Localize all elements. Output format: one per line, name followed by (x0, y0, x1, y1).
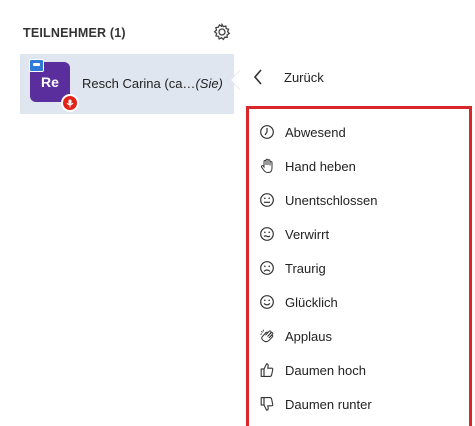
chevron-left-icon (253, 69, 262, 85)
status-label: Traurig (285, 261, 326, 276)
status-label: Daumen hoch (285, 363, 366, 378)
status-item-daumen-runter[interactable]: Daumen runter (259, 391, 469, 417)
sad-face-icon (260, 261, 274, 275)
clock-icon (260, 125, 274, 139)
back-label: Zurück (284, 70, 324, 85)
back-button[interactable]: Zurück (252, 64, 462, 90)
applause-icon (260, 329, 274, 343)
gear-icon[interactable] (212, 22, 232, 42)
status-item-hand-heben[interactable]: Hand heben (259, 153, 469, 179)
status-item-applaus[interactable]: Applaus (259, 323, 469, 349)
status-label: Abwesend (285, 125, 346, 140)
presenter-icon (29, 59, 44, 72)
participants-panel: TEILNEHMER (1) Re Resch Carina (ca…(Sie) (0, 0, 240, 423)
participant-row[interactable]: Re Resch Carina (ca…(Sie) (20, 54, 234, 114)
avatar: Re (29, 59, 79, 112)
participant-name: Resch Carina (ca…(Sie) (82, 76, 223, 91)
status-item-gluecklich[interactable]: Glücklich (259, 289, 469, 315)
status-label: Verwirrt (285, 227, 330, 242)
happy-face-icon (260, 295, 274, 309)
menu-pointer-fill (231, 70, 241, 90)
status-options: Abwesend Hand heben Unentschlossen Verwi… (246, 106, 472, 426)
status-label: Daumen runter (285, 397, 372, 412)
confused-face-icon (260, 227, 274, 241)
participant-name-text: Resch Carina (ca… (82, 76, 196, 91)
status-menu: Zurück Abwesend Hand heben Unentschlosse… (230, 54, 475, 426)
participants-header: TEILNEHMER (1) (20, 22, 234, 46)
status-label: Applaus (285, 329, 332, 344)
neutral-face-icon (260, 193, 274, 207)
thumbs-up-icon (260, 363, 274, 377)
hand-icon (260, 158, 273, 174)
status-item-verwirrt[interactable]: Verwirrt (259, 221, 469, 247)
muted-mic-icon (61, 94, 79, 112)
status-label: Hand heben (285, 159, 356, 174)
participants-title: TEILNEHMER (1) (23, 26, 126, 40)
status-item-traurig[interactable]: Traurig (259, 255, 469, 281)
status-item-daumen-hoch[interactable]: Daumen hoch (259, 357, 469, 383)
status-item-abwesend[interactable]: Abwesend (259, 119, 469, 145)
participant-self-tag: (Sie) (195, 76, 223, 91)
status-label: Glücklich (285, 295, 338, 310)
status-item-unentschlossen[interactable]: Unentschlossen (259, 187, 469, 213)
status-label: Unentschlossen (285, 193, 378, 208)
thumbs-down-icon (260, 397, 274, 411)
